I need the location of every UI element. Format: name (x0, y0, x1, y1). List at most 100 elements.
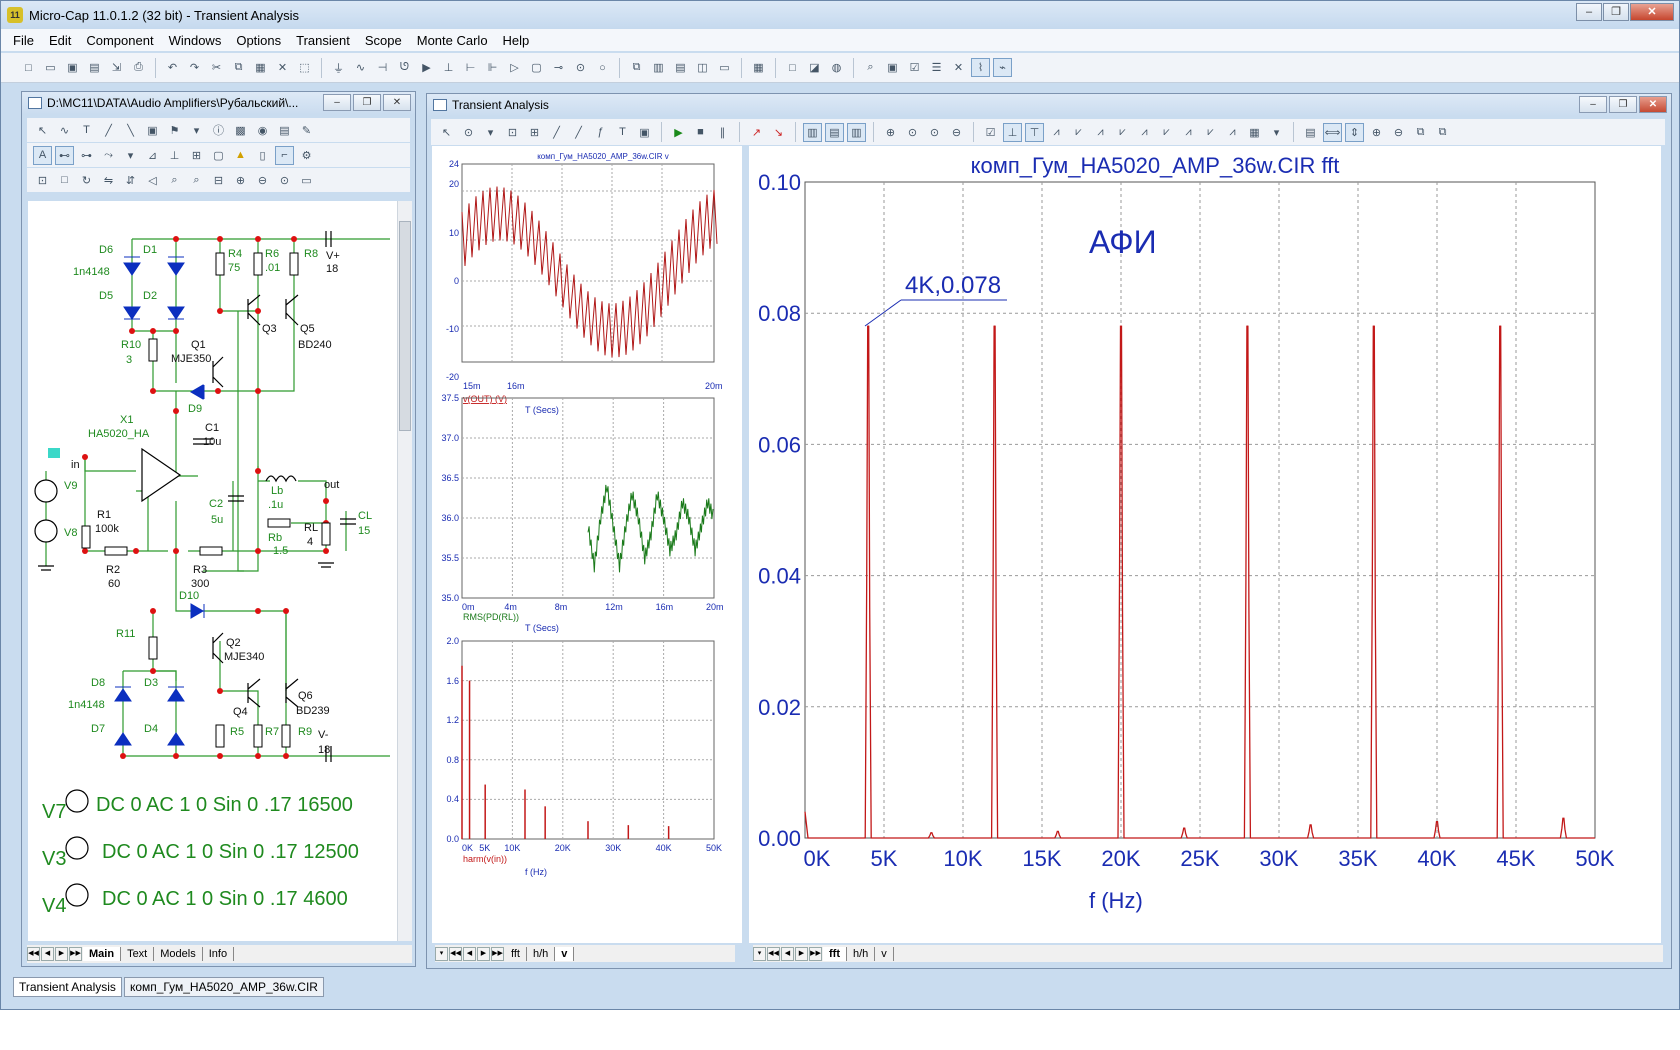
list-icon[interactable]: ☰ (927, 58, 946, 77)
step-icon[interactable]: ⊟ (209, 171, 228, 190)
cursor-bottom-icon[interactable]: ⩗ (1201, 123, 1220, 142)
cursor-low-icon[interactable]: ⩗ (1069, 123, 1088, 142)
cursor-global-low-icon[interactable]: ⩗ (1157, 123, 1176, 142)
node-numbers-icon[interactable]: ⊷ (55, 145, 74, 165)
analysis-icon[interactable]: ⌁ (993, 58, 1012, 77)
cursor-next-icon[interactable]: ⩘ (1223, 123, 1242, 142)
power-icon[interactable]: ▾ (121, 146, 140, 165)
dropdown-icon[interactable]: ▾ (481, 123, 500, 142)
border-icon[interactable]: ▢ (209, 146, 228, 165)
tab-info[interactable]: Info (203, 947, 235, 961)
picture-icon[interactable]: ▣ (143, 121, 162, 140)
flip-y-icon[interactable]: ⇵ (121, 171, 140, 190)
voltage-icon[interactable]: ⊶ (77, 146, 96, 165)
right-tab-hh[interactable]: h/h (847, 946, 876, 961)
inductor-icon[interactable]: ᘎ (395, 58, 414, 77)
grid-text-icon[interactable]: ⊞ (187, 146, 206, 165)
cursor-top-icon[interactable]: ⩘ (1179, 123, 1198, 142)
find-component-icon[interactable]: ⌕ (165, 171, 184, 190)
check-icon[interactable]: ☑ (905, 58, 924, 77)
left-dropdown-icon[interactable]: ▾ (435, 946, 448, 961)
help-icon[interactable]: ▩ (231, 121, 250, 140)
node-icon[interactable]: ⊙ (571, 58, 590, 77)
vertical-tag-icon[interactable]: ⇕ (1345, 122, 1364, 142)
cursor-valley-icon[interactable]: ⊤ (1025, 122, 1044, 142)
resistor-icon[interactable]: ∿ (351, 58, 370, 77)
page-icon[interactable]: □ (783, 58, 802, 77)
page-border-icon[interactable]: ▯ (253, 146, 272, 165)
globe-icon[interactable]: ◍ (827, 58, 846, 77)
redo-icon[interactable]: ↷ (185, 58, 204, 77)
diode-icon[interactable]: ▶ (417, 58, 436, 77)
maximize-button[interactable]: ❐ (1603, 3, 1629, 21)
wire-icon[interactable]: ╱ (99, 121, 118, 140)
mirror-icon[interactable]: ◁ (143, 171, 162, 190)
overlap-icon[interactable]: ◫ (693, 58, 712, 77)
tile-horizontal-icon[interactable]: ▤ (671, 58, 690, 77)
left-next-icon[interactable]: ▶ (477, 946, 490, 961)
export-icon[interactable]: ⇲ (107, 58, 126, 77)
doc-tab-circuit[interactable]: комп_Гум_HA5020_AMP_36w.CIR (123, 977, 324, 997)
right-first-icon[interactable]: ◀◀ (767, 946, 780, 961)
edit-icon[interactable]: ✎ (297, 121, 316, 140)
zoom-y-icon[interactable]: ⊙ (925, 123, 944, 142)
condition-icon[interactable]: ⊿ (143, 146, 162, 165)
tab-main[interactable]: Main (83, 947, 122, 961)
pin-connect-icon[interactable]: ⊥ (165, 146, 184, 165)
pause-icon[interactable]: ∥ (713, 123, 732, 142)
new-file-icon[interactable]: □ (19, 58, 38, 77)
window-icon[interactable]: ▭ (715, 58, 734, 77)
left-tab-hh[interactable]: h/h (527, 946, 556, 961)
schematic-canvas[interactable]: D6 D1 1n4148 D5 D2 R4 75 R6 .01 R8 R10 3… (28, 201, 398, 941)
calculator-icon[interactable]: ▦ (749, 58, 768, 77)
left-prev-icon[interactable]: ◀ (463, 946, 476, 961)
formula-icon[interactable]: ƒ (591, 123, 610, 142)
find-next-icon[interactable]: ⌕ (187, 171, 206, 190)
tag-icon[interactable]: ▤ (1301, 123, 1320, 142)
warning-icon[interactable]: ▲ (231, 146, 250, 165)
analysis-close-button[interactable]: ✕ (1639, 96, 1667, 113)
prev-page-icon[interactable]: ◀ (41, 947, 54, 961)
scale-icon[interactable]: ⊙ (459, 123, 478, 142)
schematic-close-button[interactable]: ✕ (383, 94, 411, 111)
limits-icon[interactable]: ▥ (803, 122, 822, 142)
first-page-icon[interactable]: ◀◀ (27, 947, 40, 961)
cursor-slope-icon[interactable]: ⩗ (1113, 123, 1132, 142)
left-tab-v[interactable]: v (555, 946, 575, 961)
close-button[interactable]: ✕ (1630, 3, 1674, 21)
ungroup-icon[interactable]: □ (55, 171, 74, 190)
plot-copy-icon[interactable]: ⧉ (1411, 123, 1430, 142)
info-icon[interactable]: ⓘ (209, 121, 228, 140)
properties-icon[interactable]: ☑ (981, 123, 1000, 142)
bus-icon[interactable]: ╲ (121, 121, 140, 140)
clipboard-dropdown-icon[interactable]: ▾ (1267, 123, 1286, 142)
battery-icon[interactable]: ⊥ (439, 58, 458, 77)
zoom-out-plot-icon[interactable]: ⊖ (1389, 123, 1408, 142)
run-icon[interactable]: ▶ (669, 123, 688, 142)
stop-icon[interactable]: ■ (691, 123, 710, 142)
restore-scale-icon[interactable]: ↘ (769, 123, 788, 142)
undo-icon[interactable]: ↶ (163, 58, 182, 77)
point-icon[interactable]: ◉ (253, 121, 272, 140)
cursor-peak-icon[interactable]: ⊥ (1003, 122, 1022, 142)
zoom-x-icon[interactable]: ⊙ (903, 123, 922, 142)
ground-icon[interactable]: ⏚ (329, 58, 348, 77)
menu-component[interactable]: Component (86, 33, 153, 48)
menu-transient[interactable]: Transient (296, 33, 350, 48)
cursor-global-high-icon[interactable]: ⩘ (1135, 123, 1154, 142)
find-icon[interactable]: ⌕ (861, 58, 880, 77)
right-last-icon[interactable]: ▶▶ (809, 946, 822, 961)
right-dropdown-icon[interactable]: ▾ (753, 946, 766, 961)
schematic-restore-button[interactable]: ❐ (353, 94, 381, 111)
zoom-icon[interactable]: ⊕ (881, 123, 900, 142)
delete-icon[interactable]: ✕ (273, 58, 292, 77)
cursor-inflection-icon[interactable]: ⩘ (1091, 123, 1110, 142)
tab-models[interactable]: Models (154, 947, 203, 961)
schematic-minimize-button[interactable]: – (323, 94, 351, 111)
model-icon[interactable]: ▣ (883, 58, 902, 77)
select-icon[interactable]: ↖ (437, 123, 456, 142)
save-icon[interactable]: ▣ (63, 58, 82, 77)
probe-icon[interactable]: ⌇ (971, 58, 990, 77)
menu-file[interactable]: File (13, 33, 34, 48)
flag-icon[interactable]: ⚑ (165, 121, 184, 140)
